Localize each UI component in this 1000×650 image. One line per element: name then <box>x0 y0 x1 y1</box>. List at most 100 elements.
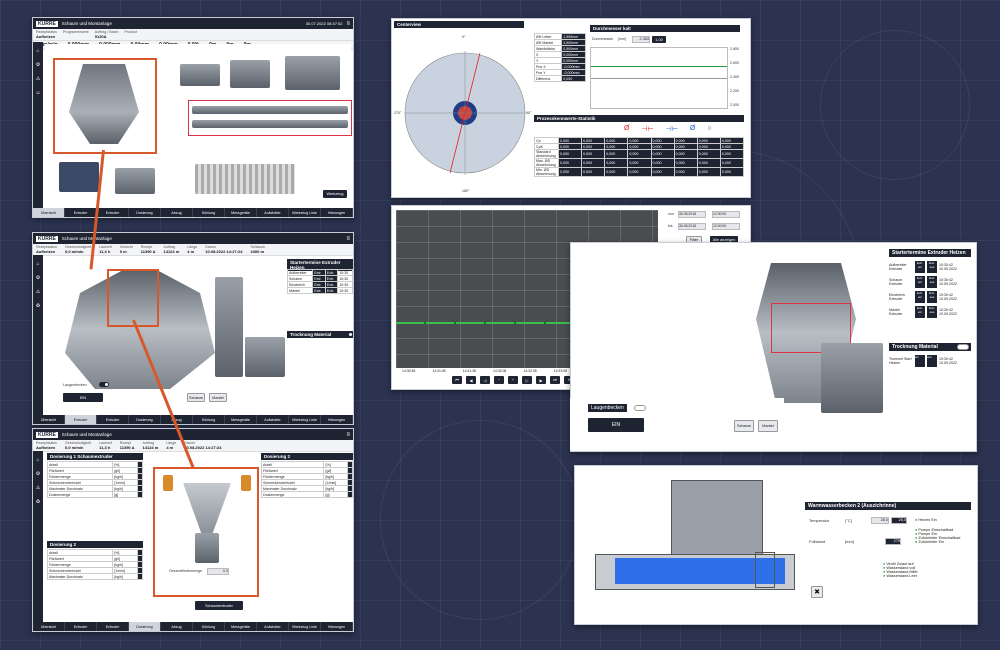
cell[interactable]: Extr. <box>312 287 326 294</box>
heat-cell[interactable]: Extr. ein <box>915 306 925 318</box>
eco-icon[interactable]: ♻ <box>36 499 40 505</box>
lauge-toggle[interactable] <box>634 405 646 411</box>
tab-measurement[interactable]: Messgeräte <box>225 622 257 631</box>
tab-heating[interactable]: Heizungen <box>321 415 353 424</box>
menu-icon[interactable]: ≡ <box>346 432 350 438</box>
ein-button[interactable]: EIN <box>588 418 644 432</box>
ein-button[interactable]: EIN <box>63 393 103 402</box>
trock-cell[interactable]: aus <box>927 355 937 367</box>
home-icon[interactable]: ⌂ <box>36 261 39 267</box>
tool-icon[interactable]: ✖ <box>811 586 823 598</box>
tab-heating[interactable]: Heizungen <box>321 208 353 217</box>
tab-overview[interactable]: Übersicht <box>33 622 65 631</box>
alarm-icon[interactable]: ⚠ <box>36 289 40 295</box>
tab-winder[interactable]: Aufwickler <box>257 415 289 424</box>
tab-heating[interactable]: Heizungen <box>321 622 353 631</box>
settings-icon[interactable]: ⚙ <box>36 275 40 281</box>
heat-cell[interactable]: Extr. aus <box>927 291 937 303</box>
cooling-trough[interactable] <box>192 106 348 114</box>
value-cell[interactable] <box>136 573 144 580</box>
to-date[interactable]: 30.08.2018 <box>678 223 706 230</box>
tab-overview[interactable]: Übersicht <box>33 208 65 217</box>
heat-cell[interactable]: Extr. aus <box>927 261 937 273</box>
tab-overview[interactable]: Übersicht <box>33 415 65 424</box>
cell[interactable]: Extr. <box>324 287 339 294</box>
tab-extruder-2[interactable]: Extruder <box>97 415 129 424</box>
last-button[interactable]: ⏭ <box>550 376 560 384</box>
tab-tool-list[interactable]: Werkzeug Liste <box>289 622 321 631</box>
heat-cell[interactable]: Extr. ein <box>915 276 925 288</box>
cabinet-unit[interactable] <box>821 343 883 413</box>
user-icon[interactable]: ☺ <box>35 90 40 96</box>
tab-haul-off[interactable]: Abzug <box>161 208 193 217</box>
diameter-button[interactable]: 1,00 <box>652 36 666 43</box>
settings-icon[interactable]: ⚙ <box>36 62 40 68</box>
alarm-icon[interactable]: ⚠ <box>36 76 40 82</box>
line-unit[interactable] <box>285 56 340 90</box>
line-unit[interactable] <box>230 60 270 88</box>
mantel-button[interactable]: Mantel <box>209 393 227 402</box>
zoom-out-icon[interactable]: − <box>494 376 504 384</box>
value-cell[interactable] <box>346 491 353 498</box>
temp-setpoint[interactable]: 28,0 <box>891 517 907 524</box>
back-button[interactable]: ◁ <box>480 376 490 384</box>
schaum-extruder-button[interactable]: Schaumextruder <box>195 601 243 610</box>
zoom-in-icon[interactable]: + <box>508 376 518 384</box>
to-time[interactable]: 12:00:00 <box>712 223 740 230</box>
tab-extruder[interactable]: Extruder <box>65 622 97 631</box>
tab-haul-off[interactable]: Abzug <box>161 415 193 424</box>
cooling-trough[interactable] <box>192 120 348 128</box>
laugen-toggle[interactable] <box>99 382 109 387</box>
schaum-button[interactable]: Schaum <box>734 420 754 432</box>
mantel-button[interactable]: Mantel <box>758 420 778 432</box>
tab-dosing[interactable]: Dosierung <box>129 415 161 424</box>
next-button[interactable]: ▶ <box>536 376 546 384</box>
hopper-right[interactable] <box>241 475 251 491</box>
winder[interactable] <box>195 164 295 194</box>
heat-cell[interactable]: Extr. ein <box>915 291 925 303</box>
tab-haul-off[interactable]: Abzug <box>161 622 193 631</box>
tab-tool-list[interactable]: Werkzeug Liste <box>289 415 321 424</box>
tab-measurement[interactable]: Messgeräte <box>225 415 257 424</box>
trocknung-toggle[interactable] <box>343 332 353 337</box>
feeder[interactable] <box>115 168 155 194</box>
tab-cooling[interactable]: Kühlung <box>193 622 225 631</box>
line-unit[interactable] <box>180 64 220 86</box>
cabinet-unit[interactable] <box>245 337 285 377</box>
heat-cell[interactable]: Extr. aus <box>927 276 937 288</box>
heat-cell[interactable]: Extr. aus <box>927 306 937 318</box>
alarm-icon[interactable]: ⚠ <box>36 485 40 491</box>
home-icon[interactable]: ⌂ <box>36 457 39 463</box>
tab-extruder[interactable]: Extruder <box>65 208 97 217</box>
menu-icon[interactable]: ≡ <box>346 21 350 27</box>
tab-winder[interactable]: Aufwickler <box>257 622 289 631</box>
cabinet[interactable] <box>59 162 99 192</box>
from-time[interactable]: 12:00:00 <box>712 211 740 218</box>
first-button[interactable]: ⏮ <box>452 376 462 384</box>
tab-dosing[interactable]: Dosierung <box>129 622 161 631</box>
trock-cell[interactable]: ein <box>915 355 925 367</box>
tab-measurement[interactable]: Messgeräte <box>225 208 257 217</box>
heat-cell[interactable]: Extr. ein <box>915 261 925 273</box>
tab-tool-list[interactable]: Werkzeug Liste <box>289 208 321 217</box>
tab-cooling[interactable]: Kühlung <box>193 415 225 424</box>
dosing-body[interactable] <box>195 533 219 563</box>
tab-extruder-2[interactable]: Extruder <box>97 208 129 217</box>
tab-extruder[interactable]: Extruder <box>65 415 97 424</box>
prev-button[interactable]: ◀ <box>466 376 476 384</box>
werkzeug-button[interactable]: Werkzeug <box>323 190 347 198</box>
schaum-button[interactable]: Schaum <box>187 393 205 402</box>
from-date[interactable]: 30.08.2018 <box>678 211 706 218</box>
fwd-button[interactable]: ▷ <box>522 376 532 384</box>
tab-extruder-2[interactable]: Extruder <box>97 622 129 631</box>
tab-winder[interactable]: Aufwickler <box>257 208 289 217</box>
home-icon[interactable]: ⌂ <box>36 48 39 54</box>
tab-cooling[interactable]: Kühlung <box>193 208 225 217</box>
eco-icon[interactable]: ♻ <box>36 303 40 309</box>
settings-icon[interactable]: ⚙ <box>36 471 40 477</box>
hopper-left[interactable] <box>163 475 173 491</box>
value-cell[interactable] <box>136 491 144 498</box>
trocknung-toggle[interactable] <box>957 344 969 350</box>
menu-icon[interactable]: ≡ <box>346 236 350 242</box>
tab-dosing[interactable]: Dosierung <box>129 208 161 217</box>
